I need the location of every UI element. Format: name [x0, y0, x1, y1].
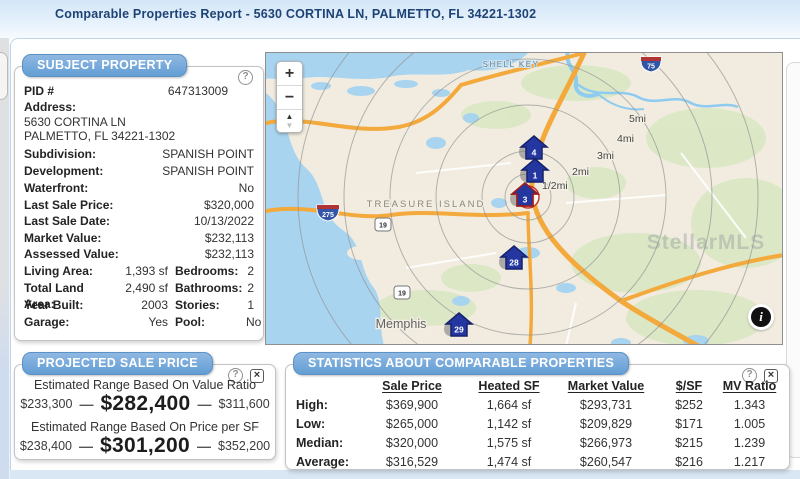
- svg-text:75: 75: [647, 64, 655, 71]
- ring-label-4mi: 4mi: [617, 133, 634, 145]
- svg-text:19: 19: [398, 291, 406, 298]
- page-title: Comparable Properties Report - 5630 CORT…: [55, 7, 536, 21]
- address-line-1: 5630 CORTINA LN: [24, 115, 126, 130]
- range-high: $352,200: [218, 439, 270, 453]
- range-price-per-sf-title: Estimated Range Based On Price per SF: [15, 420, 275, 434]
- stepper-down-icon[interactable]: ▼: [277, 121, 302, 130]
- col-mv-ratio: MV Ratio: [718, 377, 781, 396]
- projected-sale-price-panel: ? × Estimated Range Based On Value Ratio…: [14, 364, 276, 460]
- range-mid: $301,200: [100, 434, 190, 458]
- row-average-label: Average:: [296, 453, 358, 472]
- ring-label-2mi: 2mi: [572, 166, 589, 178]
- ring-label-half-mile: 1/2mi: [542, 180, 568, 192]
- comparables-map[interactable]: 1/2mi 2mi 3mi 4mi 5mi SHELL KEY TREASURE…: [265, 52, 783, 345]
- range-low: $238,400: [20, 439, 72, 453]
- stepper-up-icon[interactable]: ▲: [277, 112, 302, 121]
- field-pid: PID # 647313009: [24, 83, 254, 99]
- range-low: $233,300: [20, 397, 72, 411]
- address-line-2: PALMETTO, FL 34221-1302: [24, 129, 175, 144]
- col-sale-price: Sale Price: [358, 377, 466, 396]
- zoom-in-button[interactable]: +: [277, 62, 302, 86]
- range-value-ratio: $233,300 — $282,400 — $311,600: [15, 392, 275, 416]
- field-land-area-bathrooms: Total Land Area: 2,490 sf Bathrooms: 2: [24, 280, 254, 296]
- field-assessed-value: Assessed Value: $232,113: [24, 246, 254, 262]
- field-address-label: Address:: [24, 99, 254, 115]
- range-price-per-sf: $238,400 — $301,200 — $352,200: [15, 434, 275, 458]
- projected-sale-price-header: PROJECTED SALE PRICE: [22, 352, 213, 375]
- field-subdivision: Subdivision: SPANISH POINT: [24, 146, 254, 162]
- map-zoom-control: + − ▲▼: [276, 61, 303, 133]
- svg-text:28: 28: [509, 258, 519, 268]
- left-edge-strip: [0, 38, 9, 479]
- col-per-sf: $/SF: [660, 377, 718, 396]
- stellar-mls-watermark: StellarMLS: [647, 231, 766, 254]
- zoom-stepper[interactable]: ▲▼: [277, 110, 302, 132]
- map-canvas: 1/2mi 2mi 3mi 4mi 5mi SHELL KEY TREASURE…: [266, 53, 783, 345]
- subject-property-header: SUBJECT PROPERTY: [22, 54, 187, 77]
- panel-collapse-handle[interactable]: [0, 52, 8, 100]
- col-market-value: Market Value: [552, 377, 660, 396]
- row-high-label: High:: [296, 396, 358, 415]
- field-garage-pool: Garage: Yes Pool: No: [24, 314, 254, 330]
- label-memphis: Memphis: [376, 317, 427, 331]
- row-median-label: Median:: [296, 434, 358, 453]
- map-attribution-button[interactable]: i: [748, 304, 774, 330]
- field-development: Development: SPANISH POINT: [24, 163, 254, 179]
- svg-text:4: 4: [532, 148, 537, 158]
- svg-text:1: 1: [533, 171, 538, 181]
- statistics-table: Sale Price Heated SF Market Value $/SF M…: [296, 377, 781, 472]
- row-low-label: Low:: [296, 415, 358, 434]
- zoom-out-button[interactable]: −: [277, 86, 302, 110]
- svg-text:275: 275: [322, 212, 334, 219]
- svg-text:29: 29: [454, 325, 464, 335]
- label-treasure-island: TREASURE ISLAND: [367, 199, 486, 210]
- col-heated-sf: Heated SF: [466, 377, 552, 396]
- field-waterfront: Waterfront: No: [24, 180, 254, 196]
- field-living-area-bedrooms: Living Area: 1,393 sf Bedrooms: 2: [24, 263, 254, 279]
- range-value-ratio-title: Estimated Range Based On Value Ratio: [15, 378, 275, 392]
- svg-text:19: 19: [379, 223, 387, 230]
- statistics-panel: ? × Sale Price Heated SF Market Value $/…: [285, 364, 790, 470]
- label-shell-key: SHELL KEY: [483, 60, 540, 69]
- field-year-built-stories: Year Built: 2003 Stories: 1: [24, 297, 254, 313]
- statistics-header: STATISTICS ABOUT COMPARABLE PROPERTIES: [293, 352, 629, 375]
- range-high: $311,600: [218, 397, 269, 411]
- ring-label-5mi: 5mi: [629, 113, 646, 125]
- ring-label-3mi: 3mi: [597, 150, 614, 162]
- field-last-sale-date: Last Sale Date: 10/13/2022: [24, 213, 254, 229]
- comparable-properties-report-window: Comparable Properties Report - 5630 CORT…: [0, 0, 800, 479]
- us-19-shield-south: 19: [394, 286, 410, 299]
- subject-property-panel: ? PID # 647313009 Address: 5630 CORTINA …: [14, 66, 264, 341]
- us-19-shield: 19: [375, 218, 391, 231]
- svg-text:3: 3: [523, 195, 528, 205]
- field-last-sale-price: Last Sale Price: $320,000: [24, 197, 254, 213]
- info-icon: i: [751, 307, 771, 327]
- field-market-value: Market Value: $232,113: [24, 230, 254, 246]
- range-mid: $282,400: [100, 392, 190, 416]
